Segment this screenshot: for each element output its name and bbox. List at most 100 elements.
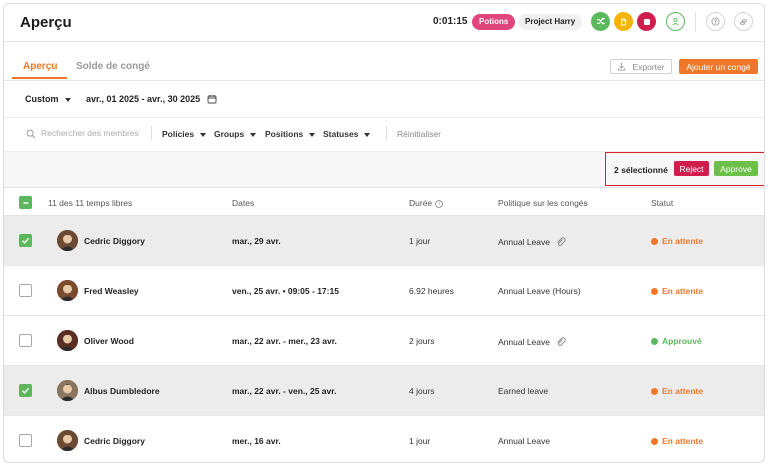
leave-policy-label: Annual Leave	[498, 436, 550, 446]
filter-groups-label: Groups	[214, 129, 245, 139]
filter-policies[interactable]: Policies	[162, 129, 207, 139]
tab-overview[interactable]: Aperçu	[23, 61, 57, 72]
row-checkbox[interactable]	[19, 284, 32, 297]
column-policy: Politique sur les congés	[498, 198, 588, 208]
filter-divider	[4, 117, 764, 118]
table-header: 11 des 11 temps libres Dates Durée i Poli…	[4, 187, 764, 216]
calendar-icon[interactable]	[207, 94, 217, 104]
table-row[interactable]: Albus Dumbledore mar., 22 avr. - ven., 2…	[4, 366, 764, 416]
switch-task-button[interactable]	[591, 12, 610, 31]
coins-button[interactable]	[734, 12, 753, 31]
header-divider	[695, 12, 696, 32]
stop-icon	[643, 18, 650, 25]
check-icon	[22, 237, 30, 244]
export-label: Exporter	[632, 61, 665, 72]
leave-dates: mar., 22 avr. - ven., 25 avr.	[232, 386, 337, 396]
table-row[interactable]: Fred Weasley ven., 25 avr. • 09:05 - 17:…	[4, 266, 764, 316]
active-tab-indicator	[12, 77, 67, 79]
avatar	[57, 230, 78, 251]
row-checkbox[interactable]	[19, 234, 32, 247]
chevron-down-icon	[64, 97, 71, 102]
top-bar: Aperçu 0:01:15 Potions Project Harry	[4, 4, 764, 42]
alert-circle-icon	[651, 237, 658, 245]
tab-leave-balance[interactable]: Solde de congé	[76, 61, 150, 72]
selected-count: 2 sélectionné	[614, 165, 668, 175]
date-range-picker[interactable]: avr., 01 2025 - avr., 30 2025	[86, 94, 200, 104]
help-button[interactable]	[706, 12, 725, 31]
user-menu-button[interactable]	[666, 12, 685, 31]
employee-name[interactable]: Cedric Diggory	[84, 436, 145, 446]
reject-button[interactable]: Reject	[674, 161, 709, 176]
leave-policy-label: Annual Leave (Hours)	[498, 286, 581, 296]
status-label: En attente	[662, 436, 704, 446]
help-icon	[711, 17, 720, 26]
app-window: Aperçu 0:01:15 Potions Project Harry Ape…	[3, 3, 765, 463]
search-icon	[26, 129, 36, 139]
filter-positions-label: Positions	[265, 129, 304, 139]
tabs-divider	[4, 80, 764, 81]
search-members-input[interactable]	[41, 126, 141, 140]
coins-icon	[739, 19, 748, 25]
date-mode-select[interactable]: Custom	[25, 94, 71, 104]
employee-name[interactable]: Cedric Diggory	[84, 236, 145, 246]
status-label: En attente	[662, 386, 704, 396]
hand-icon	[621, 17, 627, 26]
table-row[interactable]: Cedric Diggory mar., 29 avr. 1 jour Annu…	[4, 216, 764, 266]
date-mode-label: Custom	[25, 94, 59, 104]
leave-policy-label: Annual Leave	[498, 236, 550, 247]
reset-filters-button[interactable]: Réinitialiser	[397, 129, 441, 139]
filter-statuses[interactable]: Statuses	[323, 129, 371, 139]
chevron-down-icon	[309, 132, 316, 137]
task-pill[interactable]: Potions	[472, 14, 516, 30]
leave-policy: Annual Leave (Hours)	[498, 286, 581, 296]
paperclip-icon[interactable]	[555, 236, 566, 247]
filter-separator	[151, 126, 152, 140]
column-status: Statut	[651, 198, 674, 208]
leave-policy: Annual Leave	[498, 436, 550, 446]
row-checkbox[interactable]	[19, 334, 32, 347]
alert-circle-icon	[651, 437, 658, 445]
avatar	[57, 380, 78, 401]
column-dates: Dates	[232, 198, 255, 208]
employee-name[interactable]: Albus Dumbledore	[84, 386, 160, 396]
approve-button[interactable]: Approve	[714, 161, 758, 176]
filter-statuses-label: Statuses	[323, 129, 359, 139]
status-badge: En attente	[651, 236, 703, 246]
avatar	[57, 280, 78, 301]
info-icon[interactable]: i	[435, 199, 444, 208]
leave-duration: 2 jours	[409, 336, 435, 346]
chevron-down-icon	[200, 132, 207, 137]
check-circle-icon	[651, 337, 658, 345]
leave-policy: Earned leave	[498, 386, 548, 396]
leave-policy-label: Earned leave	[498, 386, 549, 396]
leave-dates: mer., 16 avr.	[232, 436, 281, 446]
shuffle-icon	[596, 17, 605, 25]
employee-name[interactable]: Oliver Wood	[84, 336, 134, 346]
break-button[interactable]	[614, 12, 633, 31]
chevron-down-icon	[250, 132, 257, 137]
stop-timer-button[interactable]	[637, 12, 656, 31]
filter-separator	[386, 126, 387, 140]
status-label: En attente	[662, 286, 704, 296]
filter-policies-label: Policies	[162, 129, 195, 139]
project-pill[interactable]: Project Harry	[518, 14, 583, 30]
filter-positions[interactable]: Positions	[265, 129, 316, 139]
alert-circle-icon	[651, 387, 658, 395]
leave-duration: 6.92 heures	[409, 286, 454, 296]
filter-groups[interactable]: Groups	[214, 129, 257, 139]
column-count: 11 des 11 temps libres	[48, 198, 133, 208]
paperclip-icon[interactable]	[555, 336, 566, 347]
row-checkbox[interactable]	[19, 384, 32, 397]
row-checkbox[interactable]	[19, 434, 32, 447]
leave-policy: Annual Leave	[498, 336, 566, 347]
status-label: En attente	[662, 236, 704, 246]
table-row[interactable]: Cedric Diggory mer., 16 avr. 1 jour Annu…	[4, 416, 764, 462]
add-leave-button[interactable]: Ajouter un congé	[679, 59, 758, 74]
export-button[interactable]: Exporter	[610, 59, 672, 74]
select-all-checkbox[interactable]	[19, 196, 32, 209]
employee-name[interactable]: Fred Weasley	[84, 286, 139, 296]
status-badge: En attente	[651, 436, 703, 446]
check-icon	[22, 387, 30, 394]
user-icon	[672, 17, 679, 26]
table-row[interactable]: Oliver Wood mar., 22 avr. - mer., 23 avr…	[4, 316, 764, 366]
